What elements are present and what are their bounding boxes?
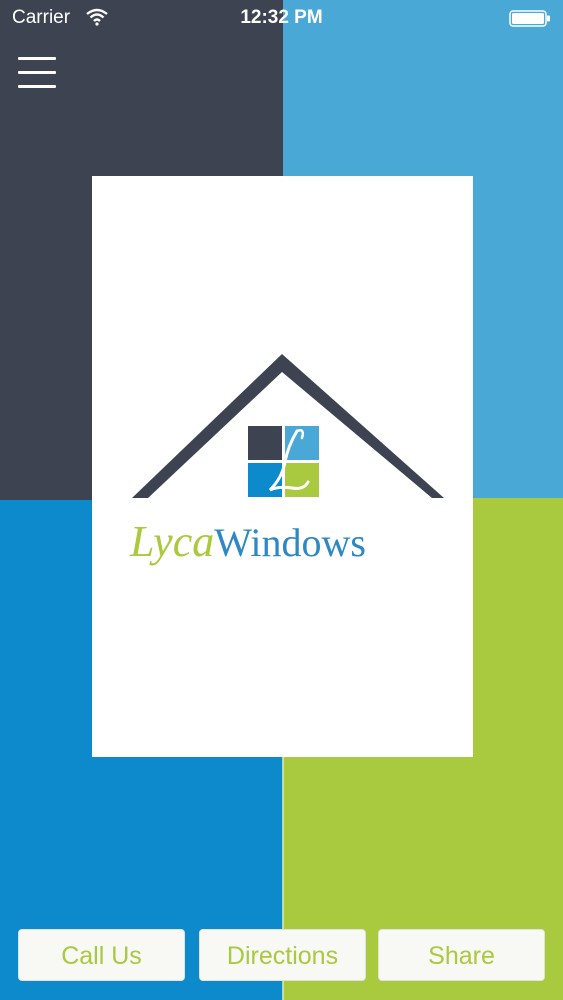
call-us-button[interactable]: Call Us	[18, 929, 185, 981]
brand-first-word: Lyca	[130, 517, 215, 566]
directions-button[interactable]: Directions	[199, 929, 366, 981]
menu-line	[18, 57, 56, 60]
share-button[interactable]: Share	[378, 929, 545, 981]
logo-card: LycaWindows	[92, 176, 473, 757]
status-time: 12:32 PM	[240, 7, 323, 28]
brand-wordmark: LycaWindows	[130, 516, 460, 567]
battery-icon	[509, 10, 550, 27]
brand-second-word: Windows	[214, 520, 366, 565]
menu-line	[18, 71, 56, 74]
hamburger-menu-icon[interactable]	[18, 57, 56, 91]
house-logo-icon	[132, 354, 444, 498]
menu-line	[18, 85, 56, 88]
status-bar: Carrier 12:32 PM	[0, 0, 563, 38]
action-bar: Call Us Directions Share	[0, 929, 563, 983]
